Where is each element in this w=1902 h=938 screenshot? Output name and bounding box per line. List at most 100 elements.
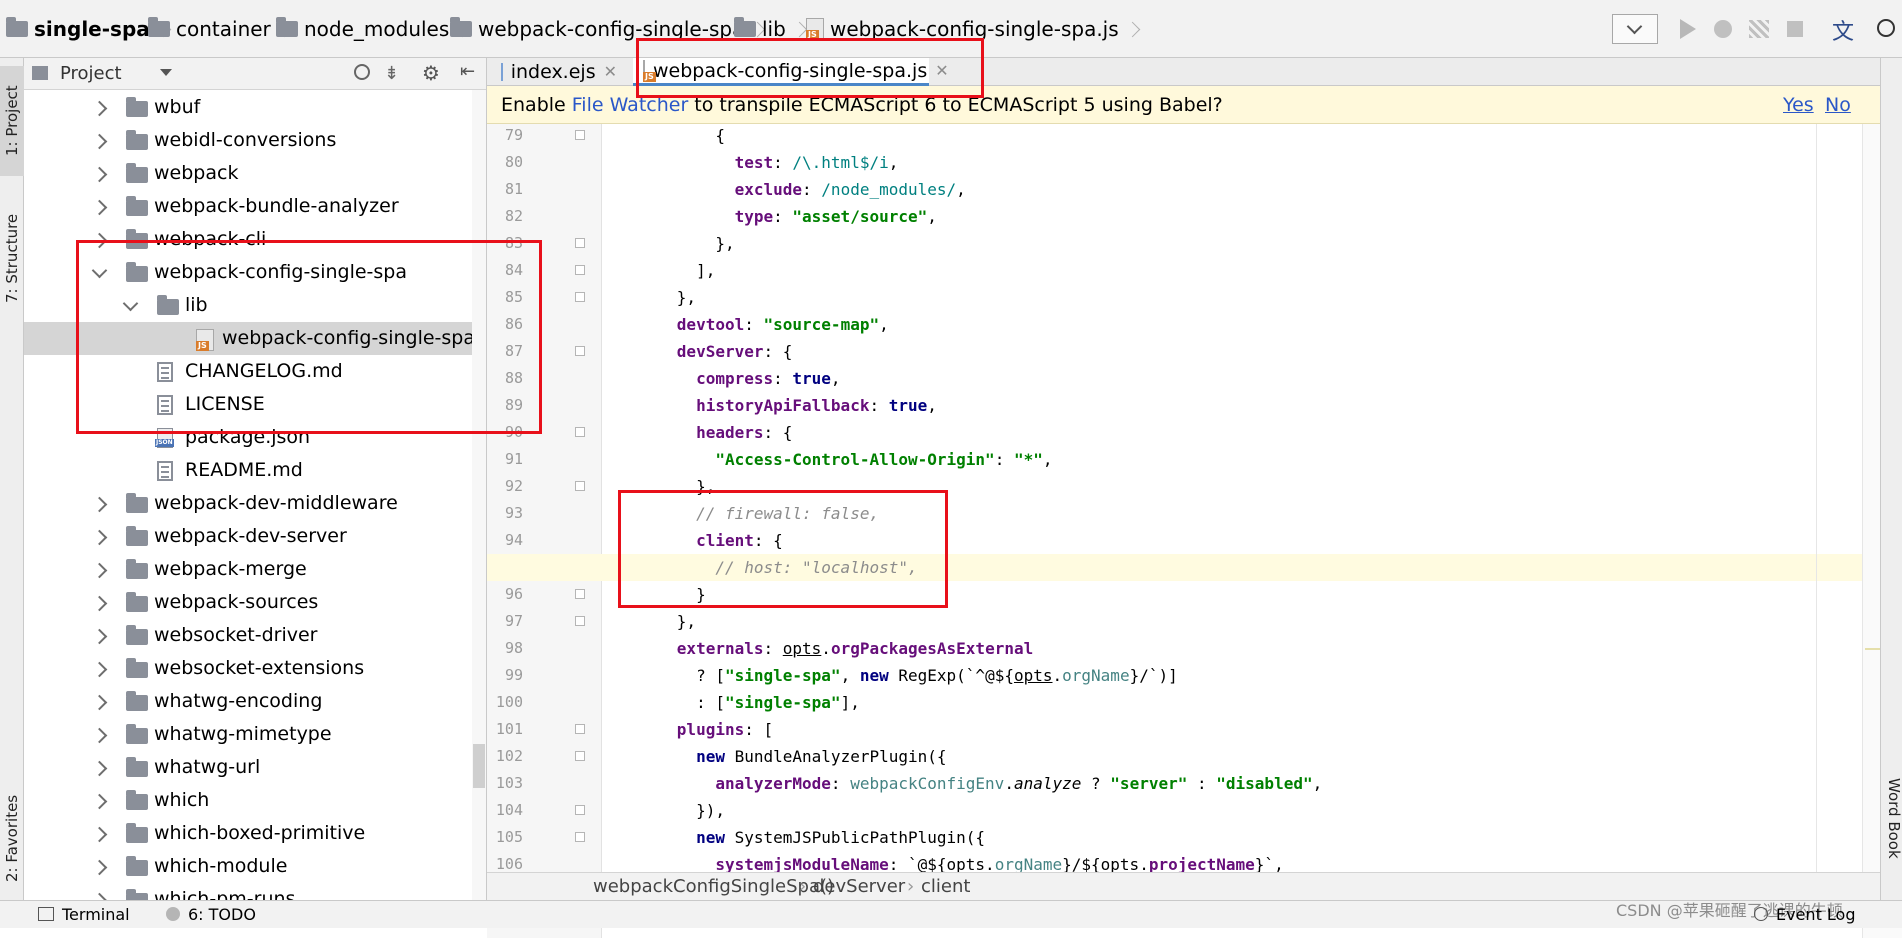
hide-panel-icon[interactable]: ⇤ (460, 61, 475, 82)
md-file-icon (157, 362, 173, 382)
tree-item[interactable]: whatwg-url (24, 751, 486, 784)
tree-item[interactable]: webpack-config-single-spa.js (24, 322, 486, 355)
tree-item[interactable]: LICENSE (24, 388, 486, 421)
folder-icon (126, 790, 148, 810)
tree-item[interactable]: which (24, 784, 486, 817)
code-line: plugins: [ (487, 716, 1862, 743)
tree-item[interactable]: which-boxed-primitive (24, 817, 486, 850)
tree-item-label: webpack-merge (154, 558, 307, 580)
tree-item[interactable]: whatwg-mimetype (24, 718, 486, 751)
tree-item[interactable]: whatwg-encoding (24, 685, 486, 718)
chevron-right-icon[interactable] (91, 562, 108, 579)
chevron-right-icon[interactable] (91, 166, 108, 183)
close-icon[interactable]: ✕ (935, 57, 948, 85)
project-tool-tab[interactable]: 1: Project (0, 66, 24, 176)
breadcrumb-client[interactable]: client (921, 873, 970, 901)
favorites-tool-tab[interactable]: 2: Favorites (0, 778, 24, 898)
tree-item[interactable]: webpack-bundle-analyzer (24, 190, 486, 223)
tab-webpack-config[interactable]: webpack-config-single-spa.js ✕ (633, 58, 949, 86)
tree-item[interactable]: websocket-driver (24, 619, 486, 652)
chevron-right-icon[interactable] (91, 661, 108, 678)
code-token: . (1004, 774, 1014, 793)
banner-yes-link[interactable]: Yes (1783, 86, 1814, 124)
chevron-right-icon[interactable] (91, 793, 108, 810)
tab-index-ejs[interactable]: index.ejs ✕ (491, 58, 627, 86)
chevron-right-icon (791, 21, 808, 37)
chevron-down-icon[interactable] (91, 262, 108, 279)
chevron-right-icon[interactable] (91, 859, 108, 876)
locate-icon[interactable] (354, 64, 370, 80)
banner-no-link[interactable]: No (1825, 86, 1851, 124)
todo-tab[interactable]: 6: TODO (188, 901, 256, 929)
chevron-down-icon[interactable] (122, 295, 139, 312)
code-line: test: /\.html$/i, (487, 149, 1862, 176)
tree-item[interactable]: webpack (24, 157, 486, 190)
folder-icon (126, 229, 148, 249)
project-panel-header: Project ⇟ ⚙ ⇤ (24, 58, 486, 90)
tree-item[interactable]: lib (24, 289, 486, 322)
tree-item[interactable]: webpack-config-single-spa (24, 256, 486, 289)
tree-item[interactable]: webpack-merge (24, 553, 486, 586)
tree-item[interactable]: webpack-sources (24, 586, 486, 619)
breadcrumb-item-lib[interactable]: lib (734, 16, 813, 42)
chevron-right-icon[interactable] (91, 628, 108, 645)
coverage-button[interactable] (1744, 14, 1774, 44)
code-token: BundleAnalyzerPlugin({ (724, 747, 947, 766)
terminal-tab[interactable]: Terminal (62, 901, 130, 929)
chevron-right-icon[interactable] (91, 496, 108, 513)
chevron-right-icon[interactable] (91, 760, 108, 777)
tree-item-label: lib (185, 294, 208, 316)
tree-item-label: which-pm-runs (154, 888, 296, 900)
tree-item-label: LICENSE (185, 393, 265, 415)
tree-item[interactable]: webpack-dev-server (24, 520, 486, 553)
breadcrumb-function[interactable]: webpackConfigSingleSpa() (593, 873, 834, 901)
chevron-down-icon[interactable] (160, 69, 172, 76)
tree-item[interactable]: webidl-conversions (24, 124, 486, 157)
close-icon[interactable]: ✕ (604, 58, 617, 86)
chevron-right-icon[interactable] (91, 826, 108, 843)
collapse-all-icon[interactable]: ⇟ (384, 63, 399, 84)
code-token: , (840, 666, 860, 685)
structure-tool-tab[interactable]: 7: Structure (0, 198, 24, 318)
code-token: }, (619, 612, 697, 631)
tree-item[interactable]: package.json (24, 421, 486, 454)
chevron-right-icon[interactable] (91, 232, 108, 249)
tree-item[interactable]: which-module (24, 850, 486, 883)
event-log-tab[interactable]: Event Log (1776, 901, 1856, 929)
code-line: devtool: "source-map", (487, 311, 1862, 338)
chevron-right-icon[interactable] (91, 892, 108, 900)
gear-icon[interactable]: ⚙ (422, 61, 440, 85)
tree-item[interactable]: which-pm-runs (24, 883, 486, 900)
tree-scrollbar-thumb[interactable] (473, 744, 485, 788)
chevron-right-icon[interactable] (91, 595, 108, 612)
stop-button[interactable] (1780, 14, 1810, 44)
breadcrumb-devserver[interactable]: devServer (813, 873, 905, 901)
project-view-selector[interactable]: Project (60, 61, 122, 87)
run-button[interactable] (1672, 14, 1702, 44)
breadcrumb-item-node-modules[interactable]: node_modules (276, 16, 476, 42)
debug-button[interactable] (1708, 14, 1738, 44)
breadcrumb-item-package[interactable]: webpack-config-single-spa (450, 16, 771, 42)
breadcrumb-item-file[interactable]: webpack-config-single-spa.js (806, 16, 1146, 42)
tree-item[interactable]: CHANGELOG.md (24, 355, 486, 388)
chevron-right-icon[interactable] (91, 727, 108, 744)
folder-icon (734, 17, 756, 37)
tree-item[interactable]: websocket-extensions (24, 652, 486, 685)
chevron-right-icon[interactable] (91, 133, 108, 150)
tree-item[interactable]: wbuf (24, 91, 486, 124)
search-button[interactable] (1872, 14, 1902, 44)
run-config-dropdown[interactable] (1612, 14, 1658, 44)
chevron-right-icon[interactable] (91, 529, 108, 546)
chevron-right-icon[interactable] (91, 694, 108, 711)
tree-item[interactable]: webpack-cli (24, 223, 486, 256)
chevron-right-icon[interactable] (91, 100, 108, 117)
tree-scrollbar[interactable] (472, 90, 486, 900)
code-line: }, (487, 230, 1862, 257)
tree-item[interactable]: webpack-dev-middleware (24, 487, 486, 520)
tree-item[interactable]: README.md (24, 454, 486, 487)
code-editor[interactable]: { test: /\.html$/i, exclude: /node_modul… (487, 124, 1862, 872)
chevron-right-icon[interactable] (91, 199, 108, 216)
translate-button[interactable]: 文 (1830, 14, 1860, 45)
file-watcher-link[interactable]: File Watcher (572, 94, 689, 116)
wordbook-tool-tab[interactable]: Word Book (1881, 778, 1902, 898)
